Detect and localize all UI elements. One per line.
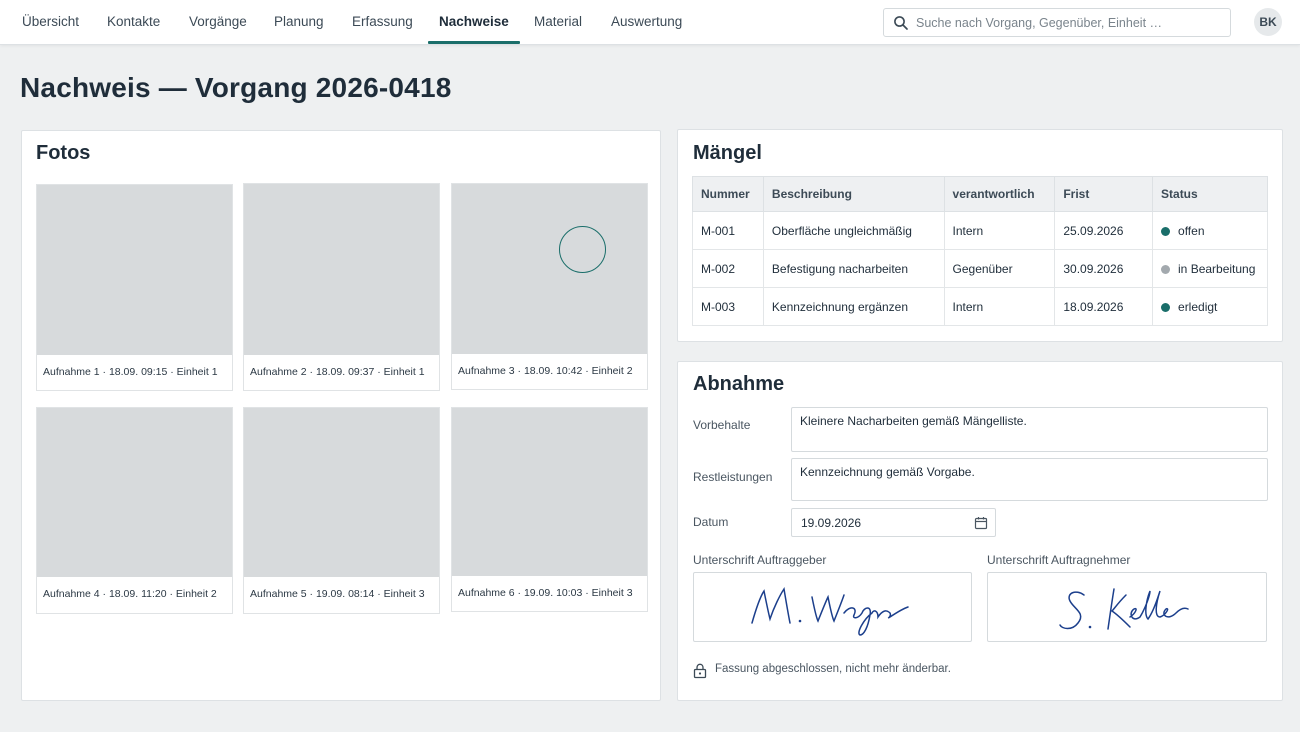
cell-verantwortlich: Intern	[943, 211, 1056, 250]
top-navigation: Übersicht Kontakte Vorgänge Planung Erfa…	[0, 0, 1300, 45]
page-title: Nachweis — Vorgang 2026-0418	[20, 72, 452, 103]
vorbehalte-label: Vorbehalte	[693, 418, 751, 432]
search-icon[interactable]	[893, 15, 909, 31]
lock-icon	[693, 663, 707, 679]
photo-card-6[interactable]: Aufnahme 6 · 19.09. 10:03 · Einheit 3	[451, 407, 648, 612]
nav-item-erfassung[interactable]: Erfassung	[352, 0, 413, 44]
column-header-verantwortlich[interactable]: verantwortlich	[943, 176, 1056, 212]
nav-item-material[interactable]: Material	[534, 0, 582, 44]
photo-image[interactable]	[452, 408, 647, 576]
cell-frist: 25.09.2026	[1054, 211, 1154, 250]
column-header-beschreibung[interactable]: Beschreibung	[762, 176, 945, 212]
status-dot-icon	[1161, 264, 1171, 274]
photo-image[interactable]	[37, 408, 232, 577]
cell-beschreibung: Oberfläche ungleichmäßig	[762, 211, 945, 250]
photo-image[interactable]	[452, 184, 647, 354]
datum-field[interactable]: 19.09.2026	[791, 508, 996, 537]
cell-frist: 18.09.2026	[1054, 287, 1154, 326]
highlight-circle-marker	[559, 226, 606, 273]
nav-item-nachweise[interactable]: Nachweise	[428, 0, 520, 44]
search-box	[883, 8, 1231, 37]
photo-card-4[interactable]: Aufnahme 4 · 18.09. 11:20 · Einheit 2	[36, 407, 233, 614]
status-label: offen	[1178, 223, 1205, 238]
avatar[interactable]: BK	[1254, 8, 1282, 36]
photo-caption: Aufnahme 1 · 18.09. 09:15 · Einheit 1	[43, 366, 218, 378]
cell-status: erledigt	[1152, 287, 1268, 326]
defects-table: Nummer Beschreibung verantwortlich Frist…	[692, 176, 1268, 326]
photo-caption: Aufnahme 5 · 19.09. 08:14 · Einheit 3	[250, 588, 425, 600]
photo-image[interactable]	[244, 184, 439, 355]
signature-contractor-box[interactable]	[987, 572, 1267, 642]
acceptance-title: Abnahme	[693, 373, 785, 395]
nav-item-vorgaenge[interactable]: Vorgänge	[189, 0, 247, 44]
table-row[interactable]: M-001 Oberfläche ungleichmäßig Intern 25…	[692, 211, 1268, 250]
photo-card-3[interactable]: Aufnahme 3 · 18.09. 10:42 · Einheit 2	[451, 183, 648, 390]
cell-frist: 30.09.2026	[1054, 249, 1154, 288]
cell-verantwortlich: Gegenüber	[943, 249, 1056, 288]
photo-caption: Aufnahme 2 · 18.09. 09:37 · Einheit 1	[250, 366, 425, 378]
status-label: erledigt	[1178, 299, 1218, 314]
status-label: in Bearbeitung	[1178, 261, 1256, 276]
photo-card-2[interactable]: Aufnahme 2 · 18.09. 09:37 · Einheit 1	[243, 183, 440, 391]
cell-status: offen	[1152, 211, 1268, 250]
table-header-row: Nummer Beschreibung verantwortlich Frist…	[692, 176, 1268, 212]
signature-client-image	[751, 587, 909, 636]
column-header-nummer[interactable]: Nummer	[692, 176, 764, 212]
vorbehalte-field[interactable]: Kleinere Nacharbeiten gemäß Mängelliste.	[791, 407, 1268, 452]
cell-beschreibung: Befestigung nacharbeiten	[762, 249, 945, 288]
photo-card-5[interactable]: Aufnahme 5 · 19.09. 08:14 · Einheit 3	[243, 407, 440, 614]
cell-nummer: M-003	[692, 287, 764, 326]
calendar-icon[interactable]	[974, 516, 988, 530]
photo-caption: Aufnahme 4 · 18.09. 11:20 · Einheit 2	[43, 588, 217, 600]
signature-contractor-image	[1059, 588, 1189, 630]
nav-item-uebersicht[interactable]: Übersicht	[22, 0, 79, 44]
nav-item-planung[interactable]: Planung	[274, 0, 324, 44]
sig-client-label: Unterschrift Auftraggeber	[693, 553, 827, 567]
photo-card-1[interactable]: Aufnahme 1 · 18.09. 09:15 · Einheit 1	[36, 184, 233, 391]
status-dot-icon	[1161, 226, 1171, 236]
restleistungen-label: Restleistungen	[693, 470, 773, 484]
nav-item-kontakte[interactable]: Kontakte	[107, 0, 160, 44]
table-row[interactable]: M-003 Kennzeichnung ergänzen Intern 18.0…	[692, 287, 1268, 326]
column-header-status[interactable]: Status	[1152, 176, 1268, 212]
datum-label: Datum	[693, 515, 729, 529]
cell-nummer: M-002	[692, 249, 764, 288]
photo-image[interactable]	[37, 185, 232, 355]
restleistungen-field[interactable]: Kennzeichnung gemäß Vorgabe.	[791, 458, 1268, 501]
cell-beschreibung: Kennzeichnung ergänzen	[762, 287, 945, 326]
cell-verantwortlich: Intern	[943, 287, 1056, 326]
search-input[interactable]	[916, 9, 1226, 36]
column-header-frist[interactable]: Frist	[1054, 176, 1154, 212]
cell-nummer: M-001	[692, 211, 764, 250]
photo-caption: Aufnahme 6 · 19.09. 10:03 · Einheit 3	[458, 587, 633, 599]
photo-caption: Aufnahme 3 · 18.09. 10:42 · Einheit 2	[458, 365, 633, 377]
photos-panel: Fotos Aufnahme 1 · 18.09. 09:15 · Einhei…	[21, 130, 661, 701]
table-row[interactable]: M-002 Befestigung nacharbeiten Gegenüber…	[692, 249, 1268, 288]
sig-contractor-label: Unterschrift Auftragnehmer	[987, 553, 1131, 567]
defects-title: Mängel	[693, 142, 762, 164]
nav-item-auswertung[interactable]: Auswertung	[611, 0, 682, 44]
photo-image[interactable]	[244, 408, 439, 577]
signature-client-box[interactable]	[693, 572, 972, 642]
status-dot-icon	[1161, 302, 1171, 312]
cell-status: in Bearbeitung	[1152, 249, 1268, 288]
datum-value: 19.09.2026	[801, 516, 862, 530]
lock-note: Fassung abgeschlossen, nicht mehr änderb…	[715, 663, 951, 675]
photos-title: Fotos	[36, 142, 91, 164]
